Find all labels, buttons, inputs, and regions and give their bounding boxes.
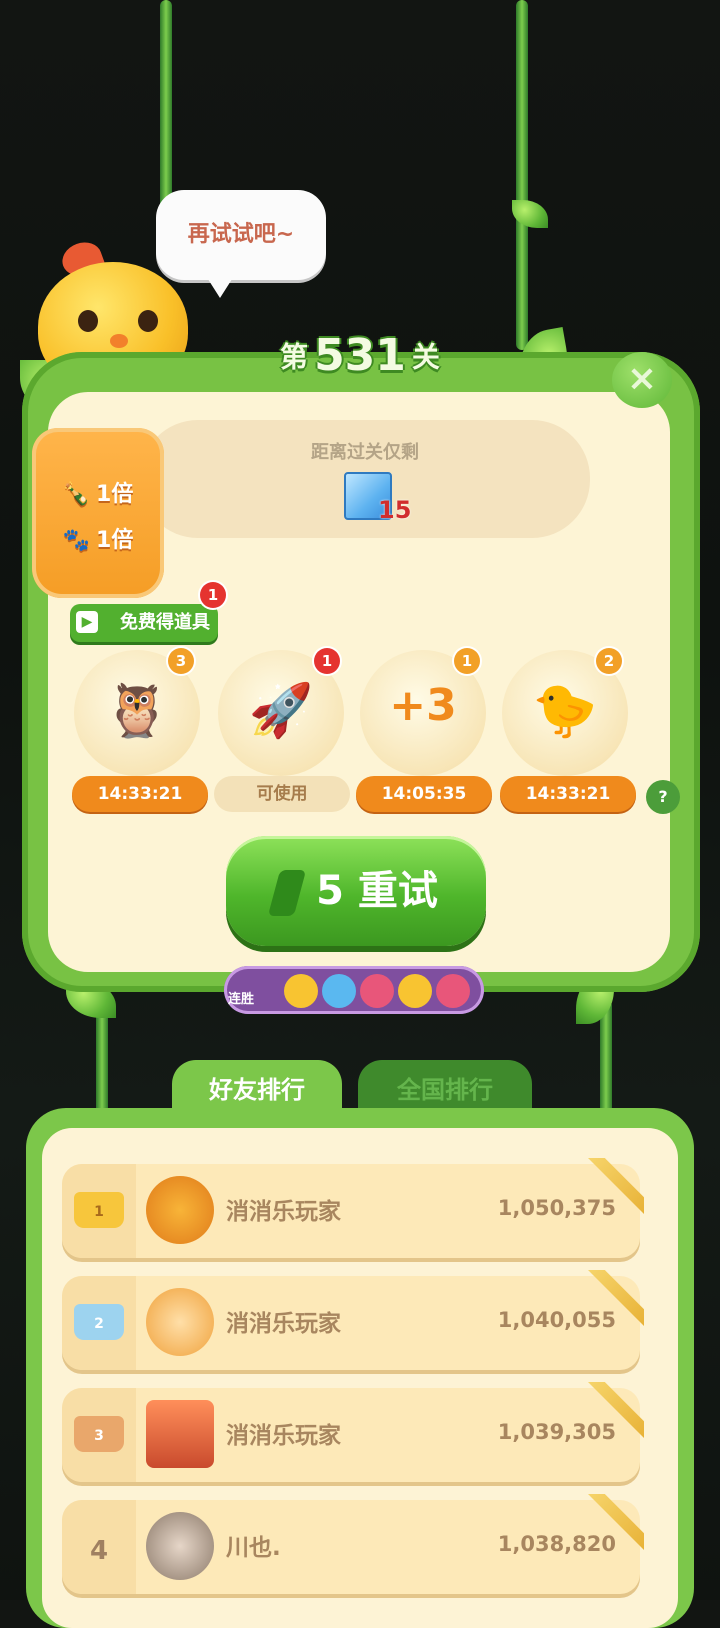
vine-decoration: [96, 1000, 108, 1120]
avatar: [146, 1512, 214, 1580]
multiplier-row: 🐾 1倍: [32, 522, 164, 554]
level-suffix: 关: [411, 340, 440, 374]
multiplier-text: 1倍: [96, 528, 134, 553]
player-score: 1,039,305: [497, 1420, 616, 1444]
booster-timer: 14:05:35: [356, 776, 492, 812]
level-number: 531: [314, 330, 406, 381]
owl-icon: [360, 974, 394, 1008]
avatar: [146, 1176, 214, 1244]
player-score: 1,038,820: [497, 1532, 616, 1556]
free-items-label: 免费得道具: [120, 612, 210, 633]
energy-bolt-icon: [267, 870, 307, 916]
retry-cost: 5: [316, 868, 344, 914]
player-score: 1,050,375: [497, 1196, 616, 1220]
rocket-icon: 🚀: [248, 681, 314, 741]
chick-eye: [78, 310, 98, 332]
help-button[interactable]: ?: [646, 780, 680, 814]
multiplier-row: 🍾 1倍: [32, 476, 164, 508]
vine-decoration: [516, 0, 528, 350]
avatar: [146, 1288, 214, 1356]
free-items-button[interactable]: ▶ 免费得道具: [70, 604, 218, 642]
hippo-icon: [322, 974, 356, 1008]
speech-text: 再试试吧~: [187, 222, 295, 247]
player-name: 消消乐玩家: [226, 1311, 341, 1337]
rank-number: 4: [89, 1536, 109, 1566]
goal-remaining: 15: [378, 496, 412, 524]
chick-eye: [138, 310, 158, 332]
multiplier-text: 1倍: [96, 482, 134, 507]
player-name: 川也.: [226, 1535, 281, 1561]
player-score: 1,040,055: [497, 1308, 616, 1332]
streak-label: 连胜: [228, 992, 255, 1007]
close-button[interactable]: ×: [612, 352, 672, 408]
booster-count: 2: [596, 648, 622, 674]
bronze-crown-icon: 3: [74, 1416, 124, 1452]
booster-count: 3: [168, 648, 194, 674]
win-streak-bar[interactable]: 连胜: [224, 966, 484, 1014]
multiplier-tag[interactable]: 🍾 1倍 🐾 1倍: [32, 428, 164, 598]
player-name: 消消乐玩家: [226, 1199, 341, 1225]
free-items-badge: 1: [200, 582, 226, 608]
cat-paw-icon: 🐾: [62, 528, 91, 553]
retry-label: 重试: [357, 868, 438, 914]
avatar: [146, 1400, 214, 1468]
silver-crown-icon: 2: [74, 1304, 124, 1340]
chick-icon: [284, 974, 318, 1008]
owl-icon: [436, 974, 470, 1008]
ranking-row[interactable]: 3 消消乐玩家 1,039,305: [62, 1382, 644, 1482]
rainbow-owl-icon: 🦉: [104, 681, 170, 741]
video-icon: ▶: [76, 611, 98, 633]
booster-timer: 14:33:21: [500, 776, 636, 812]
gold-crown-icon: 1: [74, 1192, 124, 1228]
level-prefix: 第: [280, 340, 309, 374]
booster-count: 1: [454, 648, 480, 674]
ranking-row[interactable]: 2 消消乐玩家 1,040,055: [62, 1270, 644, 1370]
speech-bubble: 再试试吧~: [156, 190, 326, 298]
chick-icon: [398, 974, 432, 1008]
retry-button[interactable]: 5 重试: [226, 836, 486, 946]
swap-animals-icon: 🐤: [532, 681, 598, 741]
booster-timer: 14:33:21: [72, 776, 208, 812]
goal-label: 距离过关仅剩: [311, 442, 419, 463]
bottle-icon: 🍾: [62, 482, 91, 507]
close-icon: ×: [626, 358, 658, 399]
ranking-row[interactable]: 1 消消乐玩家 1,050,375: [62, 1158, 644, 1258]
player-name: 消消乐玩家: [226, 1423, 341, 1449]
plus3-icon: +3: [389, 680, 457, 731]
booster-timer[interactable]: 可使用: [214, 776, 350, 812]
goal-box: 距离过关仅剩 15: [140, 420, 590, 538]
booster-count: 1: [314, 648, 340, 674]
ranking-row[interactable]: 4 川也. 1,038,820: [62, 1494, 644, 1594]
